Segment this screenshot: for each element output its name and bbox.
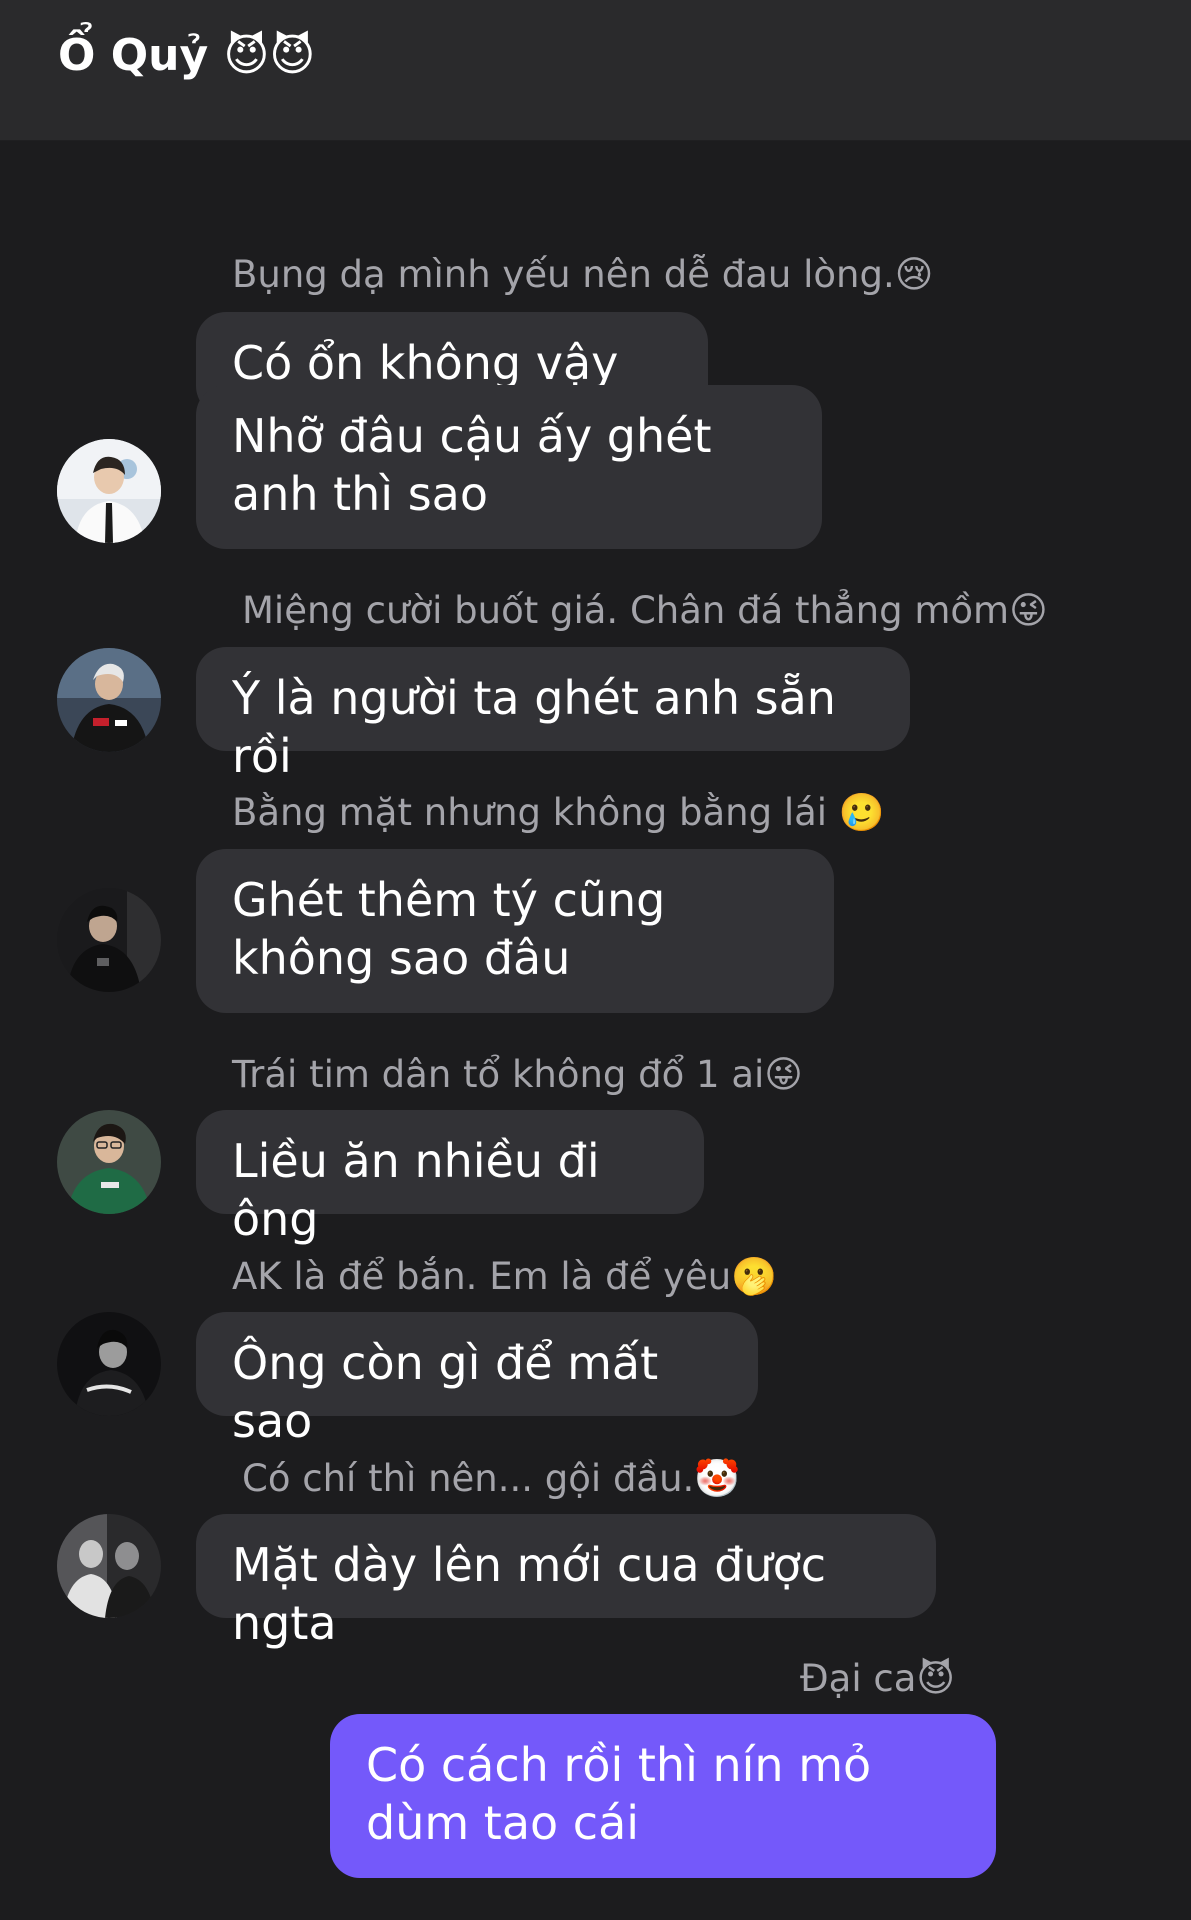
- sender-name: Có chí thì nên... gội đầu.🤡: [242, 1457, 741, 1500]
- message-text: Nhỡ đâu cậu ấy ghét anh thì sao: [232, 409, 712, 521]
- avatar[interactable]: [57, 1312, 161, 1416]
- message-bubble[interactable]: Ý là người ta ghét anh sẵn rồi: [196, 647, 910, 783]
- sender-name: Bụng dạ mình yếu nên dễ đau lòng.😢: [232, 253, 934, 296]
- avatar[interactable]: [57, 648, 161, 752]
- message-bubble[interactable]: Ghét thêm tý cũng không sao đâu: [196, 849, 834, 1013]
- avatar-green-jersey-icon: [57, 1110, 161, 1214]
- sender-name: Trái tim dân tổ không đổ 1 ai😜: [232, 1053, 803, 1096]
- avatar[interactable]: [57, 1110, 161, 1214]
- chat-header: Ổ Quỷ 😈😈: [0, 0, 1191, 141]
- sender-name: AK là để bắn. Em là để yêu🫢: [232, 1255, 778, 1298]
- message-group: Nhỡ đâu cậu ấy ghét anh thì sao: [0, 385, 1191, 585]
- message-group: Trái tim dân tổ không đổ 1 ai😜 Liều ăn n…: [0, 1040, 1191, 1246]
- sender-name: Bằng mặt nhưng không bằng lái 🥲: [232, 791, 885, 834]
- message-bubble[interactable]: Liều ăn nhiều đi ông: [196, 1110, 704, 1246]
- avatar-grayscale-group-icon: [57, 1514, 161, 1618]
- avatar[interactable]: [57, 1514, 161, 1618]
- message-group: Miệng cười buốt giá. Chân đá thẳng mồm😜 …: [0, 580, 1191, 783]
- message-bubble[interactable]: Ông còn gì để mất sao: [196, 1312, 758, 1448]
- sender-name: Đại ca😈: [800, 1657, 955, 1700]
- sender-name: Miệng cười buốt giá. Chân đá thẳng mồm😜: [242, 589, 1048, 632]
- avatar-black-white-photo-icon: [57, 1312, 161, 1416]
- avatar[interactable]: [57, 888, 161, 992]
- message-group: Bằng mặt nhưng không bằng lái 🥲 Ghét thê…: [0, 780, 1191, 1020]
- message-bubble[interactable]: Mặt dày lên mới cua được ngta: [196, 1514, 936, 1650]
- message-list[interactable]: Bụng dạ mình yếu nên dễ đau lòng.😢 Có ổn…: [0, 140, 1191, 1920]
- avatar-player-jersey-icon: [57, 648, 161, 752]
- message-group-self: Đại ca😈 Có cách rồi thì nín mỏ dùm tao c…: [0, 1638, 1191, 1918]
- avatar[interactable]: [57, 439, 161, 543]
- message-group: AK là để bắn. Em là để yêu🫢 Ông còn gì đ…: [0, 1240, 1191, 1448]
- avatar-boy-white-shirt-icon: [57, 439, 161, 543]
- message-group: Có chí thì nên... gội đầu.🤡 Mặt dày lên …: [0, 1440, 1191, 1650]
- avatar-dark-photo-icon: [57, 888, 161, 992]
- message-bubble-self[interactable]: Có cách rồi thì nín mỏ dùm tao cái: [330, 1714, 996, 1878]
- group-title: Ổ Quỷ 😈😈: [58, 30, 316, 81]
- message-bubble[interactable]: Nhỡ đâu cậu ấy ghét anh thì sao: [196, 385, 822, 549]
